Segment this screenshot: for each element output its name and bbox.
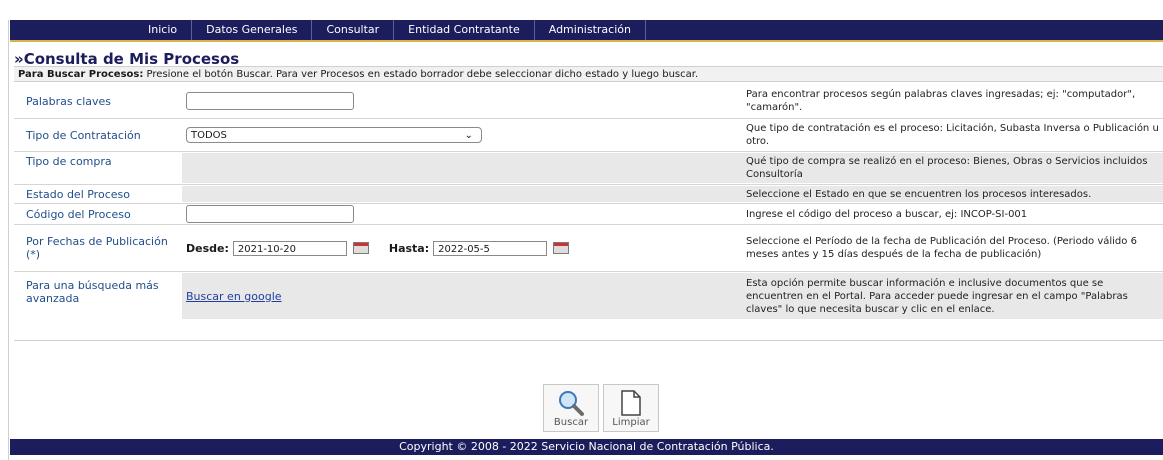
divider: [14, 271, 1163, 272]
buscar-google-link[interactable]: Buscar en google: [186, 290, 282, 303]
buscar-button[interactable]: Buscar: [543, 384, 599, 432]
calendar-icon[interactable]: [352, 242, 369, 254]
row-codigo: Código del Proceso Ingrese el código del…: [14, 205, 1163, 223]
desde-label: Desde:: [186, 241, 229, 255]
instructions-label: Para Buscar Procesos:: [18, 69, 144, 80]
palabras-claves-help: Para encontrar procesos según palabras c…: [742, 85, 1163, 117]
buscar-label: Buscar: [553, 417, 589, 428]
palabras-claves-input[interactable]: [186, 92, 354, 110]
tipo-compra-help: Qué tipo de compra se realizó en el proc…: [742, 153, 1163, 183]
fechas-cell: Desde: 2021-10-20 Hasta: 2022-05-5: [182, 226, 742, 270]
row-palabras-claves: Palabras claves Para encontrar procesos …: [14, 85, 1163, 117]
tipo-contratacion-select[interactable]: TODOS ⌄: [186, 127, 482, 143]
magnifier-icon: [559, 391, 584, 416]
tipo-contratacion-help: Que tipo de contratación es el proceso: …: [746, 123, 1159, 147]
tipo-contratacion-cell: TODOS ⌄: [182, 120, 742, 150]
chevron-down-icon: ⌄: [464, 130, 473, 141]
nav-entidad-contratante[interactable]: Entidad Contratante: [394, 20, 535, 40]
main-nav: Inicio Datos Generales Consultar Entidad…: [10, 20, 1163, 42]
fechas-label: Por Fechas de Publicación (*): [14, 226, 182, 270]
hasta-label: Hasta:: [388, 241, 430, 255]
calendar-icon[interactable]: [553, 242, 570, 254]
row-avanzada: Para una búsqueda más avanzada Buscar en…: [14, 273, 1163, 319]
hasta-input[interactable]: 2022-05-5: [433, 240, 548, 256]
limpiar-label: Limpiar: [612, 417, 650, 428]
divider: [14, 203, 1163, 204]
row-fechas: Por Fechas de Publicación (*) Desde: 202…: [14, 226, 1163, 270]
divider: [14, 184, 1163, 185]
row-tipo-compra: Tipo de compra Qué tipo de compra se rea…: [14, 153, 1163, 183]
codigo-cell: [182, 205, 742, 223]
limpiar-button[interactable]: Limpiar: [603, 384, 659, 432]
row-estado: Estado del Proceso Seleccione el Estado …: [14, 186, 1163, 202]
instructions: Para Buscar Procesos: Presione el botón …: [14, 66, 1163, 82]
codigo-help: Ingrese el código del proceso a buscar, …: [746, 208, 1028, 220]
tipo-compra-label: Tipo de compra: [14, 153, 182, 183]
content-bottom-border: [14, 340, 1163, 341]
estado-help: Seleccione el Estado en que se encuentre…: [742, 186, 1163, 202]
palabras-claves-cell: [182, 85, 742, 117]
desde-input[interactable]: 2021-10-20: [232, 240, 347, 256]
tipo-compra-cell: [182, 153, 742, 183]
row-tipo-contratacion: Tipo de Contratación TODOS ⌄ Que tipo de…: [14, 120, 1163, 150]
codigo-label: Código del Proceso: [14, 205, 182, 223]
tipo-contratacion-value: TODOS: [191, 130, 227, 141]
instructions-text: Presione el botón Buscar. Para ver Proce…: [143, 69, 699, 80]
estado-label: Estado del Proceso: [14, 186, 182, 202]
avanzada-label: Para una búsqueda más avanzada: [14, 273, 182, 319]
fechas-help: Seleccione el Período de la fecha de Pub…: [746, 236, 1137, 260]
divider: [14, 224, 1163, 225]
palabras-claves-label: Palabras claves: [14, 85, 182, 117]
nav-consultar[interactable]: Consultar: [312, 20, 395, 40]
codigo-input[interactable]: [186, 205, 354, 223]
tipo-contratacion-label: Tipo de Contratación: [14, 120, 182, 150]
divider: [14, 151, 1163, 152]
avanzada-help: Esta opción permite buscar información e…: [742, 273, 1163, 319]
nav-datos-generales[interactable]: Datos Generales: [192, 20, 313, 40]
action-buttons: Buscar Limpiar: [543, 384, 659, 432]
nav-administracion[interactable]: Administración: [535, 20, 646, 40]
page-border: [8, 20, 9, 460]
estado-cell: [182, 186, 742, 202]
footer: Copyright © 2008 - 2022 Servicio Naciona…: [10, 439, 1163, 455]
nav-inicio[interactable]: Inicio: [10, 20, 193, 40]
divider: [14, 118, 1163, 119]
avanzada-cell: Buscar en google: [182, 273, 742, 319]
blank-document-icon: [621, 390, 641, 416]
